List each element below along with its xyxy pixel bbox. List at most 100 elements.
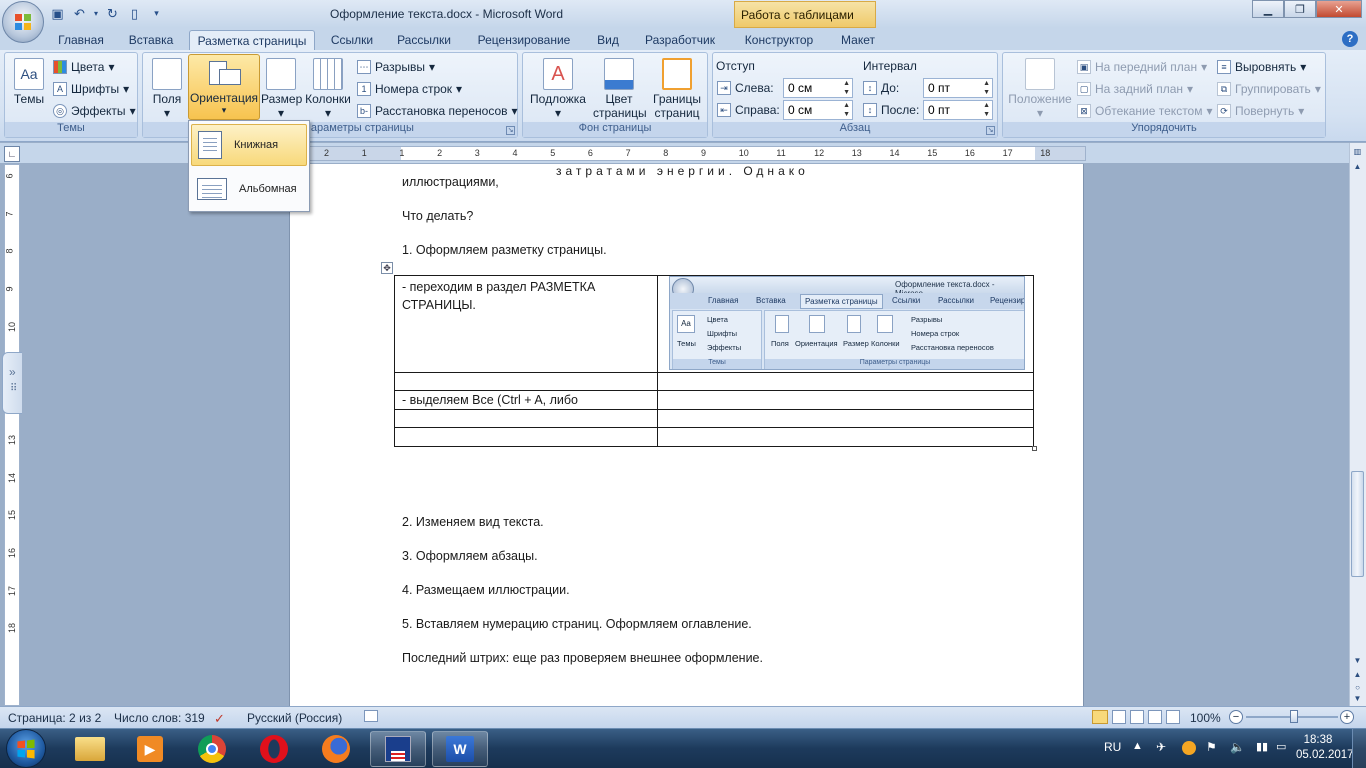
breaks-button[interactable]: ⋯ Разрывы ▾ <box>357 57 435 77</box>
watermark-button[interactable]: A Подложка ▾ <box>527 55 589 121</box>
spin-arrows-icon[interactable]: ▲ ▼ <box>843 101 850 119</box>
tab-mailings[interactable]: Рассылки <box>390 30 458 50</box>
colors-button[interactable]: Цвета ▾ <box>53 57 114 77</box>
tab-insert[interactable]: Вставка <box>120 30 182 50</box>
status-words[interactable]: Число слов: 319 <box>114 711 205 725</box>
page-setup-launcher-icon[interactable]: ↘ <box>506 126 515 135</box>
tray-volume-icon[interactable]: 🔈 <box>1230 740 1245 754</box>
tab-layout[interactable]: Макет <box>830 30 886 50</box>
columns-button[interactable]: Колонки ▾ <box>303 55 353 121</box>
table-cell[interactable] <box>394 372 658 391</box>
tab-review[interactable]: Рецензирование <box>470 30 578 50</box>
macro-record-icon[interactable] <box>364 710 378 722</box>
maximize-button[interactable]: ❐ <box>1284 0 1316 18</box>
start-button[interactable] <box>6 729 46 768</box>
embedded-screenshot[interactable]: Оформление текста.docx - Microso Главная… <box>669 276 1025 370</box>
size-button[interactable]: Размер ▾ <box>261 55 302 121</box>
page-color-button[interactable]: Цвет страницы ▾ <box>593 55 647 134</box>
tab-references[interactable]: Ссылки <box>323 30 381 50</box>
full-screen-view-icon[interactable] <box>1112 710 1126 724</box>
text-wrap-button[interactable]: ⊠ Обтекание текстом ▾ <box>1077 101 1213 121</box>
table-resize-handle-icon[interactable] <box>1032 446 1037 451</box>
taskbar-word[interactable]: W <box>432 731 488 767</box>
spin-arrows-icon[interactable]: ▲ ▼ <box>983 101 990 119</box>
close-button[interactable]: ✕ <box>1316 0 1362 18</box>
zoom-in-icon[interactable]: + <box>1340 710 1354 724</box>
scroll-down-icon[interactable]: ▼ <box>1351 656 1364 670</box>
save-icon[interactable]: ▣ <box>48 4 67 23</box>
tab-selector-icon[interactable]: ∟ <box>4 146 20 162</box>
help-icon[interactable]: ? <box>1342 31 1358 47</box>
table-cell[interactable] <box>657 427 1034 447</box>
position-button[interactable]: Положение ▾ <box>1007 55 1073 121</box>
table-cell[interactable]: - переходим в раздел РАЗМЕТКА СТРАНИЦЫ. <box>394 275 658 373</box>
doc-what-to-do[interactable]: Что делать? <box>402 209 473 223</box>
tab-design[interactable]: Конструктор <box>736 30 822 50</box>
horizontal-ruler[interactable]: 2 1 1 2 3 4 5 6 7 8 9 10 11 12 13 14 15 16 17 18 <box>290 146 1086 161</box>
tray-battery-icon[interactable]: ▭ <box>1276 740 1286 753</box>
draft-view-icon[interactable] <box>1166 710 1180 724</box>
taskbar-opera[interactable] <box>246 731 302 767</box>
tab-page-layout[interactable]: Разметка страницы <box>189 30 315 50</box>
doc-line-illustrations[interactable]: иллюстрациями, <box>402 175 499 189</box>
doc-final[interactable]: Последний штрих: еще раз проверяем внешн… <box>402 651 763 665</box>
paragraph-launcher-icon[interactable]: ↘ <box>986 126 995 135</box>
ruler-toggle-icon[interactable]: ▥ <box>1351 147 1364 161</box>
spacing-after-input[interactable]: 0 пт ▲ ▼ <box>923 100 993 120</box>
table-cell[interactable]: - выделяем Все (Ctrl + A, либо <box>394 390 658 410</box>
undo-icon[interactable]: ↶ <box>70 4 89 23</box>
align-button[interactable]: ≡ Выровнять ▾ <box>1217 57 1306 77</box>
effects-button[interactable]: ◎ Эффекты ▾ <box>53 101 136 121</box>
table-cell[interactable] <box>657 390 1034 410</box>
undo-dropdown-icon[interactable]: ▾ <box>92 4 100 23</box>
indent-left-input[interactable]: 0 см ▲ ▼ <box>783 78 853 98</box>
show-desktop-button[interactable] <box>1352 729 1366 768</box>
tray-language[interactable]: RU <box>1104 740 1121 754</box>
table-cell[interactable] <box>394 409 658 428</box>
taskbar-chrome[interactable] <box>184 731 240 767</box>
doc-line-spaced[interactable]: затратами энергии. Однако <box>556 164 809 178</box>
spin-arrows-icon[interactable]: ▲ ▼ <box>983 79 990 97</box>
fonts-button[interactable]: A Шрифты ▾ <box>53 79 129 99</box>
orientation-button[interactable]: Ориентация ▾ <box>188 54 260 120</box>
taskbar-firefox[interactable] <box>308 731 364 767</box>
tray-avast-icon[interactable] <box>1182 741 1196 755</box>
doc-item-4[interactable]: 4. Размещаем иллюстрации. <box>402 583 570 597</box>
tray-signal-icon[interactable]: ▮▮ <box>1256 740 1268 753</box>
bring-front-button[interactable]: ▣ На передний план ▾ <box>1077 57 1207 77</box>
status-page[interactable]: Страница: 2 из 2 <box>8 711 101 725</box>
doc-item-1[interactable]: 1. Оформляем разметку страницы. <box>402 243 607 257</box>
new-document-icon[interactable]: ▯ <box>125 4 144 23</box>
tray-clock[interactable]: 18:38 05.02.2017 <box>1296 733 1354 763</box>
hyphenation-button[interactable]: b- Расстановка переносов ▾ <box>357 101 518 121</box>
themes-button[interactable]: Aa Темы <box>7 55 51 121</box>
outline-view-icon[interactable] <box>1148 710 1162 724</box>
vertical-scrollbar[interactable] <box>1349 143 1366 706</box>
group-objects-button[interactable]: ⧉ Группировать ▾ <box>1217 79 1321 99</box>
taskbar-save-app[interactable] <box>370 731 426 767</box>
tray-show-hidden-icon[interactable]: ▲ <box>1132 740 1143 752</box>
status-language[interactable]: Русский (Россия) <box>247 711 342 725</box>
tab-developer[interactable]: Разработчик <box>637 30 723 50</box>
previous-page-icon[interactable]: ▲ <box>1351 670 1364 684</box>
table-move-handle-icon[interactable]: ✥ <box>381 262 393 274</box>
redo-icon[interactable]: ↻ <box>103 4 122 23</box>
scroll-up-icon[interactable]: ▲ <box>1351 162 1364 176</box>
vertical-ruler[interactable]: 6789101112131415161718 <box>4 164 20 706</box>
page-borders-button[interactable]: Границы страниц <box>647 55 707 121</box>
table-cell[interactable] <box>657 409 1034 428</box>
spin-arrows-icon[interactable]: ▲ ▼ <box>843 79 850 97</box>
taskbar-media-player[interactable]: ▶ <box>122 731 178 767</box>
table-cell[interactable] <box>394 427 658 447</box>
tray-network-icon[interactable]: ✈ <box>1156 740 1166 754</box>
table-cell[interactable] <box>657 372 1034 391</box>
zoom-slider-knob[interactable] <box>1290 710 1298 723</box>
menu-item-portrait[interactable]: Книжная <box>191 124 307 166</box>
zoom-out-icon[interactable]: − <box>1229 710 1243 724</box>
menu-item-landscape[interactable]: Альбомная <box>191 168 307 210</box>
indent-right-input[interactable]: 0 см ▲ ▼ <box>783 100 853 120</box>
rotate-button[interactable]: ⟳ Повернуть ▾ <box>1217 101 1304 121</box>
tab-view[interactable]: Вид <box>588 30 628 50</box>
scrollbar-thumb[interactable] <box>1351 471 1364 577</box>
line-numbers-button[interactable]: 1 Номера строк ▾ <box>357 79 462 99</box>
